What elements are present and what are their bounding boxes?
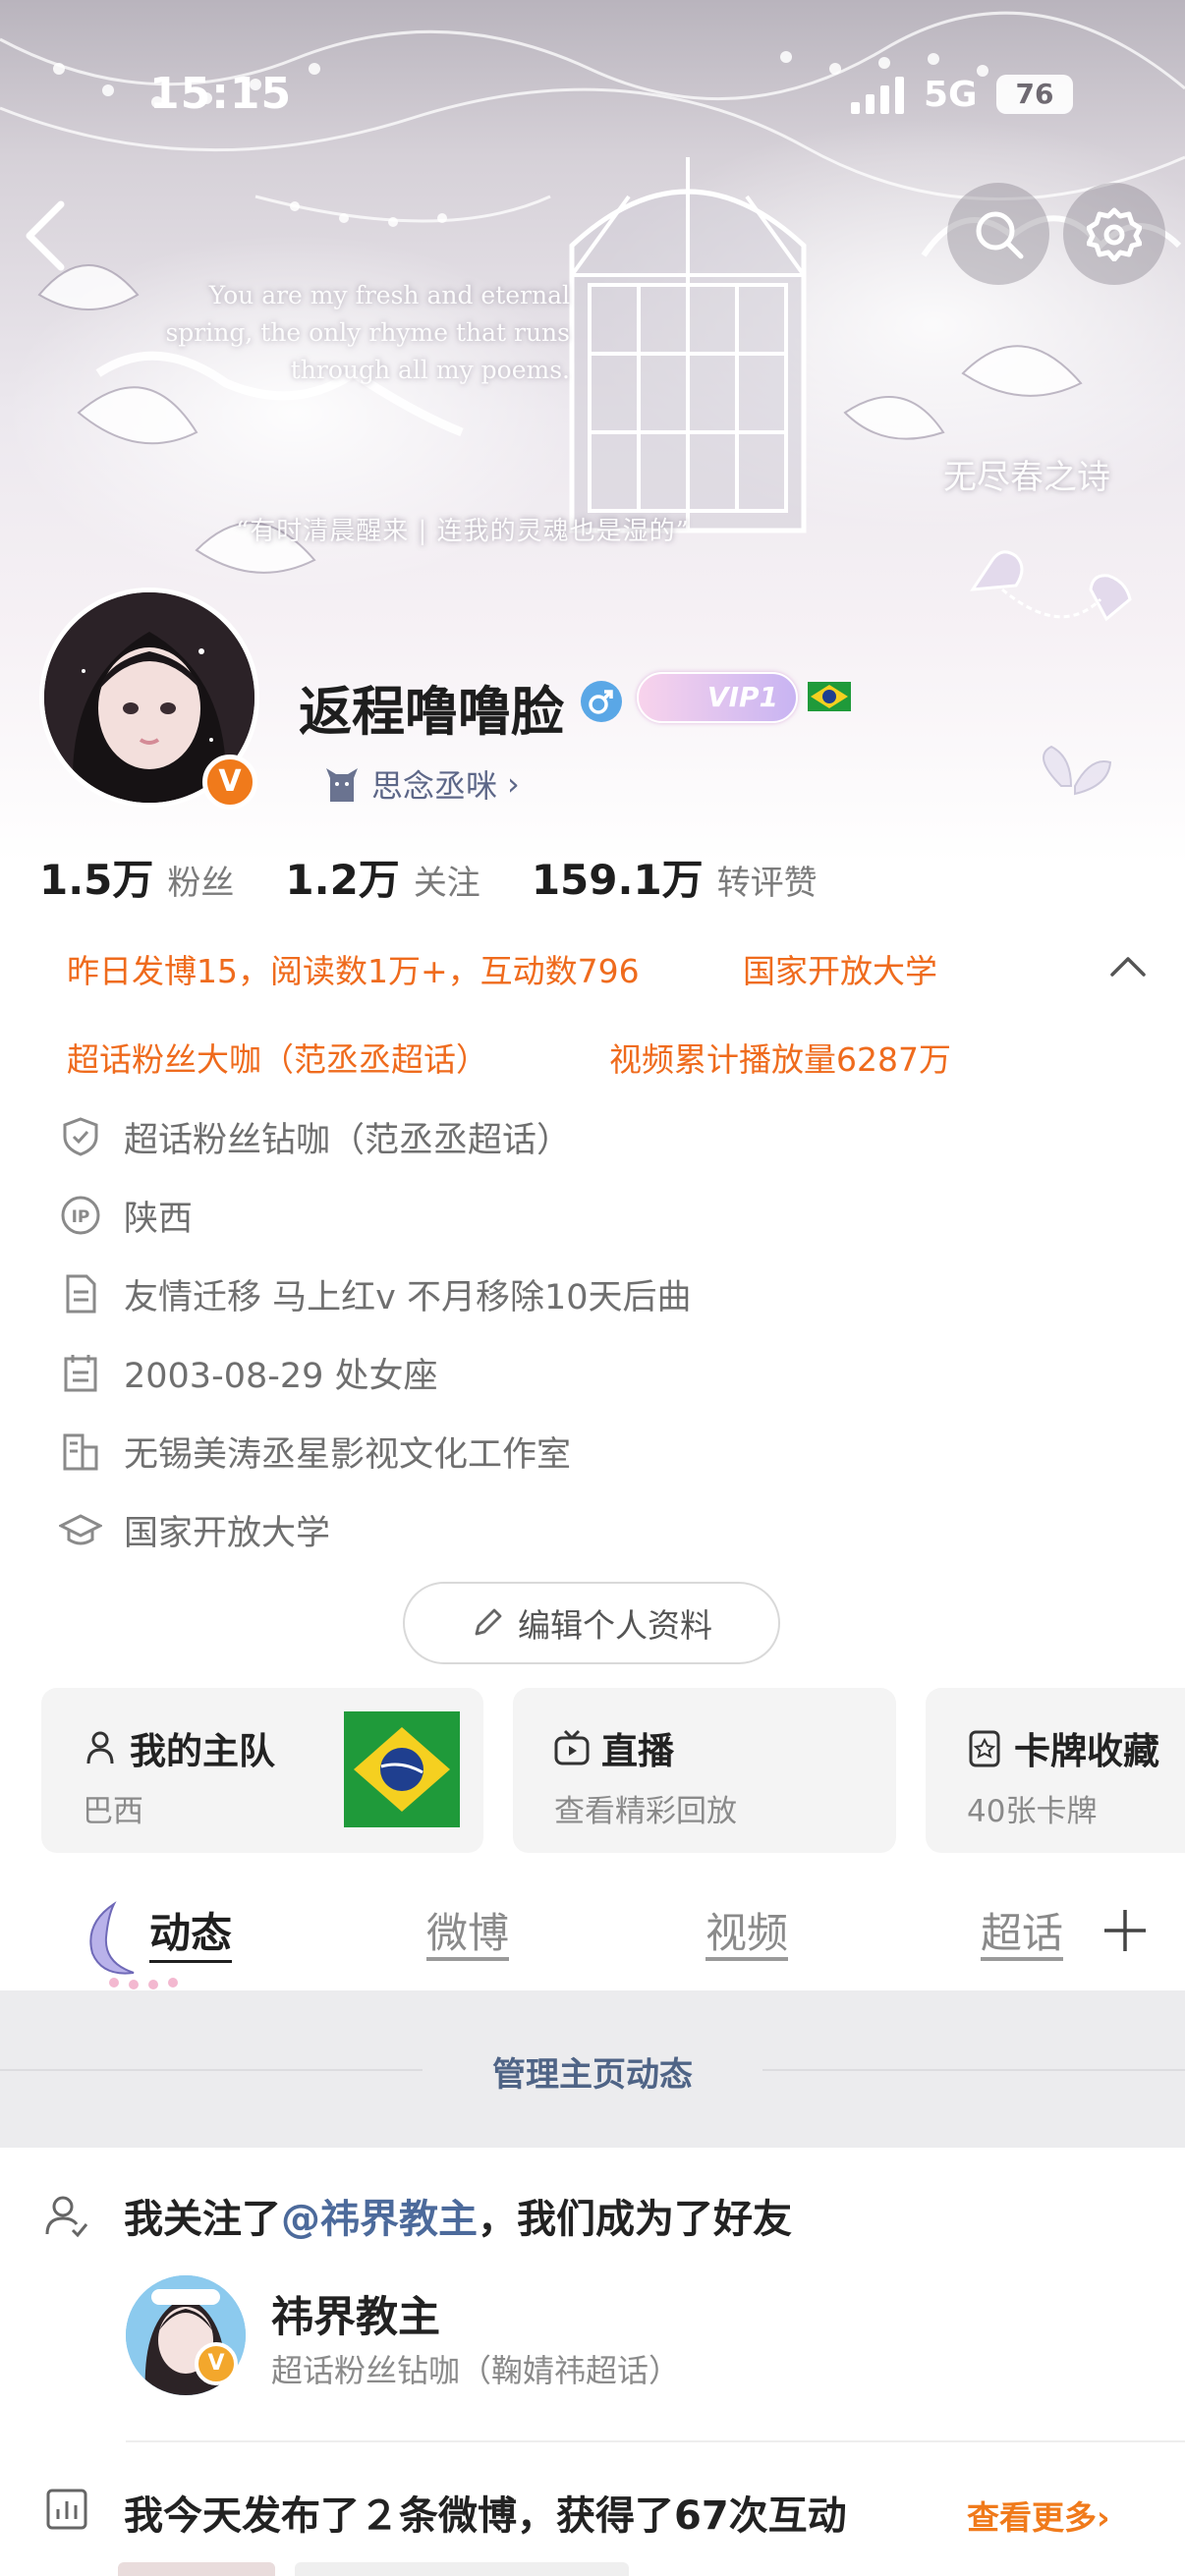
post-summary-text: 我今天发布了２条微博，获得了67次互动 [124, 2493, 847, 2539]
info-row-birthday: 2003-08-29 处女座 [59, 1348, 438, 1397]
chevron-right-icon: › [507, 765, 520, 803]
chevron-right-icon: › [1097, 2498, 1110, 2537]
shield-icon [63, 1117, 98, 1156]
info-text: 友情迁移 马上红v 不月移除10天后曲 [124, 1277, 692, 1317]
tab-video[interactable]: 视频 [705, 1900, 788, 1963]
info-text: 超话粉丝钻咖（范丞丞超话） [124, 1120, 572, 1160]
view-more-label: 查看更多 [967, 2498, 1097, 2537]
card-title: 直播 [552, 1721, 674, 1774]
info-text: 国家开放大学 [124, 1513, 331, 1553]
add-friend-icon [45, 2196, 88, 2238]
highlight-video[interactable]: 视频累计播放量6287万 [609, 1034, 951, 1081]
card-live[interactable]: 直播 查看精彩回放 [513, 1688, 896, 1853]
ip-icon: IP [61, 1196, 100, 1235]
feed-thumbnail [118, 2562, 275, 2576]
card-title-text: 直播 [601, 1730, 674, 1772]
network-label: 5G [924, 75, 978, 115]
graduation-cap-icon [59, 1514, 102, 1545]
manage-feed-bar: 管理主页动态 [0, 1990, 1185, 2148]
card-my-team[interactable]: 我的主队 巴西 [41, 1688, 483, 1853]
card-star-icon [969, 1730, 1000, 1767]
calendar-icon [64, 1355, 97, 1392]
card-title-text: 卡牌收藏 [1014, 1730, 1159, 1772]
highlight-supertopic[interactable]: 超话粉丝大咖（范丞丞超话） [67, 1034, 488, 1081]
card-title: 卡牌收藏 [965, 1721, 1159, 1774]
team-icon [86, 1731, 114, 1764]
stat-label: 转评赞 [716, 864, 818, 903]
feed-thumbnail [295, 2562, 629, 2576]
profile-stats: 1.5万 粉丝 1.2万 关注 159.1万 转评赞 [39, 847, 869, 907]
stat-value: 1.5万 [39, 856, 154, 904]
search-icon [976, 211, 1024, 259]
friend-verified-badge: V [195, 2342, 238, 2385]
follow-suffix: ，我们成为了好友 [478, 2197, 792, 2242]
plus-icon[interactable] [1100, 1906, 1150, 1955]
info-text: 2003-08-29 处女座 [124, 1356, 438, 1396]
stat-label: 粉丝 [167, 864, 235, 903]
info-row-education: 国家开放大学 [59, 1505, 330, 1554]
card-subtitle: 查看精彩回放 [554, 1794, 737, 1829]
feed-divider [126, 2440, 1185, 2442]
stat-likes[interactable]: 159.1万 转评赞 [532, 847, 818, 907]
info-text: 无锡美涛丞星影视文化工作室 [124, 1434, 572, 1475]
info-row-company: 无锡美涛丞星影视文化工作室 [59, 1427, 571, 1476]
card-card-collection[interactable]: 卡牌收藏 40张卡牌 [926, 1688, 1185, 1853]
edit-profile-label: 编辑个人资料 [518, 1606, 712, 1645]
brazil-flag-icon [344, 1711, 460, 1827]
status-time: 15:15 [149, 69, 293, 119]
info-row-supertopic: 超话粉丝钻咖（范丞丞超话） [59, 1112, 571, 1161]
svg-text:IP: IP [72, 1207, 90, 1227]
info-text: 陕西 [124, 1199, 194, 1239]
view-more-link[interactable]: 查看更多› [967, 2492, 1110, 2539]
follow-prefix: 我关注了 [124, 2197, 281, 2242]
follow-mention-link[interactable]: @祎界教主 [281, 2197, 478, 2242]
friend-name[interactable]: 祎界教主 [271, 2283, 440, 2344]
tab-weibo[interactable]: 微博 [426, 1900, 509, 1963]
card-title-text: 我的主队 [130, 1730, 275, 1772]
banner-quote: You are my fresh and eternal spring, the… [165, 281, 570, 384]
feed-follow-text: 我关注了@祎界教主，我们成为了好友 [124, 2187, 792, 2244]
info-row-bio: 友情迁移 马上红v 不月移除10天后曲 [59, 1269, 692, 1318]
vip-badge[interactable]: VIP1 [637, 672, 798, 723]
brazil-flag-icon [808, 682, 851, 711]
gear-icon [1087, 207, 1142, 261]
signal-icon [851, 77, 904, 114]
male-gender-icon [581, 681, 622, 722]
highlight-school[interactable]: 国家开放大学 [743, 945, 937, 992]
card-title: 我的主队 [81, 1721, 275, 1774]
settings-button[interactable] [1063, 183, 1165, 285]
battery-indicator: 76 [996, 75, 1073, 114]
back-icon[interactable] [18, 196, 73, 275]
stat-fans[interactable]: 1.5万 粉丝 [39, 847, 234, 907]
highlight-yesterday[interactable]: 昨日发博15，阅读数1万+，互动数796 [67, 945, 640, 992]
stat-label: 关注 [413, 864, 480, 903]
bar-chart-icon [46, 2489, 87, 2530]
user-name: 返程噜噜脸 [299, 681, 564, 743]
stat-following[interactable]: 1.2万 关注 [285, 847, 480, 907]
cat-icon [326, 768, 358, 802]
stat-value: 159.1万 [531, 856, 704, 904]
chevron-up-icon[interactable] [1108, 951, 1148, 980]
search-button[interactable] [947, 183, 1049, 285]
group-tag[interactable]: 思念丞咪 › [324, 758, 520, 810]
manage-feed-link[interactable]: 管理主页动态 [0, 2047, 1185, 2096]
group-tag-label: 思念丞咪 [371, 767, 498, 805]
tv-icon [554, 1729, 590, 1765]
banner-script-text: 无尽春之诗 [943, 458, 1110, 497]
document-icon [66, 1274, 96, 1314]
building-icon [63, 1433, 98, 1471]
stat-value: 1.2万 [285, 856, 400, 904]
info-row-ip: IP 陕西 [59, 1191, 193, 1240]
verified-badge: V [202, 755, 257, 810]
pencil-icon [475, 1608, 502, 1636]
card-subtitle: 巴西 [83, 1794, 143, 1829]
edit-profile-button[interactable]: 编辑个人资料 [403, 1582, 780, 1664]
tab-supertopic[interactable]: 超话 [981, 1900, 1063, 1963]
friend-description: 超话粉丝钻咖（鞠婧祎超话） [271, 2352, 681, 2389]
banner-subtext: “有时清晨醒来 | 连我的灵魂也是湿的” [236, 517, 690, 546]
card-subtitle: 40张卡牌 [967, 1794, 1098, 1829]
tab-dynamic[interactable]: 动态 [149, 1900, 233, 1963]
